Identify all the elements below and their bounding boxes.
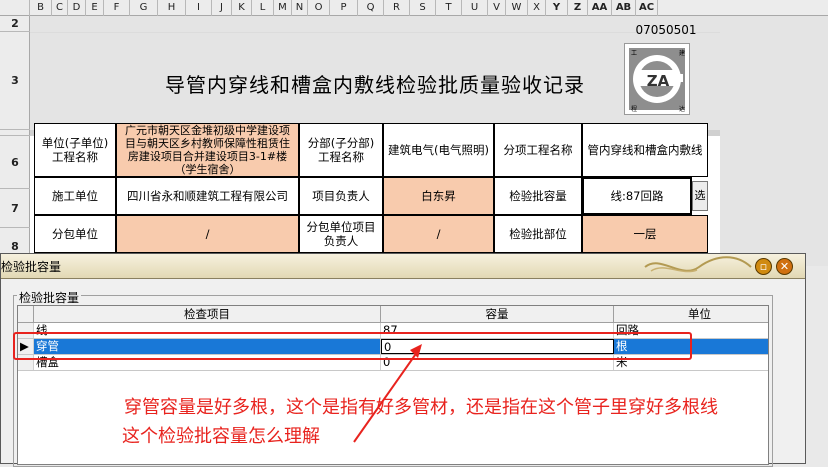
column-header-o[interactable]: O xyxy=(308,0,330,16)
annotation-line-2: 这个检验批容量怎么理解 xyxy=(122,426,320,447)
subitem-label-cell[interactable]: 分项工程名称 xyxy=(494,123,582,177)
annotation-line-1: 穿管容量是好多根，这个是指有好多管材，还是指在这个管子里穿好多根线 xyxy=(124,397,718,418)
column-header-n[interactable]: N xyxy=(292,0,308,16)
column-header-p[interactable]: P xyxy=(330,0,358,16)
sub-label-cell[interactable]: 分包单位 xyxy=(34,215,116,253)
subdivision-label-cell[interactable]: 分部(子分部)工程名称 xyxy=(299,123,383,177)
row-header-3[interactable]: 3 xyxy=(0,32,30,130)
contractor-label-cell[interactable]: 施工单位 xyxy=(34,177,116,215)
column-header-u[interactable]: U xyxy=(462,0,488,16)
dialog-titlebar[interactable]: 检验批容量 ▫ ✕ xyxy=(1,254,805,279)
logo-corner-br: 达 xyxy=(679,106,686,113)
group-label: 检验批容量 xyxy=(17,289,82,306)
column-header-r[interactable]: R xyxy=(384,0,410,16)
minimize-icon: ▫ xyxy=(759,260,768,273)
column-header-z[interactable]: Z xyxy=(568,0,588,16)
select-button[interactable]: 选 xyxy=(692,181,708,211)
column-header-ab[interactable]: AB xyxy=(612,0,636,16)
column-header-f[interactable]: F xyxy=(104,0,130,16)
column-header-c[interactable]: C xyxy=(52,0,68,16)
column-header-k[interactable]: K xyxy=(232,0,252,16)
grid-corner xyxy=(18,306,34,323)
column-header-aa[interactable]: AA xyxy=(588,0,612,16)
column-header-e[interactable]: E xyxy=(86,0,104,16)
grid-header-capacity[interactable]: 容量 xyxy=(381,306,614,323)
grid-header-item[interactable]: 检查项目 xyxy=(34,306,381,323)
row-header-6[interactable]: 6 xyxy=(0,136,30,189)
capacity-value-cell[interactable]: 线:87回路 xyxy=(582,177,692,215)
page-title: 导管内穿线和槽盒内敷线检验批质量验收记录 xyxy=(165,73,585,97)
sub-value-cell[interactable]: / xyxy=(116,215,299,253)
column-header-v[interactable]: V xyxy=(488,0,506,16)
column-header-s[interactable]: S xyxy=(410,0,436,16)
pm-value-cell[interactable]: 白东昇 xyxy=(383,177,494,215)
annotation-text: 穿管容量是好多根，这个是指有好多管材，还是指在这个管子里穿好多根线 这个检验批容… xyxy=(122,393,718,451)
part-label-cell[interactable]: 检验批部位 xyxy=(494,215,582,253)
close-button[interactable]: ✕ xyxy=(776,258,793,275)
sub-pm-value-cell[interactable]: / xyxy=(383,215,494,253)
minimize-button[interactable]: ▫ xyxy=(755,258,772,275)
column-header-ac[interactable]: AC xyxy=(636,0,658,16)
subitem-value-cell[interactable]: 管内穿线和槽盒内敷线 xyxy=(582,123,708,177)
column-header-t[interactable]: T xyxy=(436,0,462,16)
column-header-d[interactable]: D xyxy=(68,0,86,16)
logo-corner-tl: 工 xyxy=(631,50,638,57)
column-header-y[interactable]: Y xyxy=(546,0,568,16)
unit-value-cell[interactable]: 广元市朝天区金堆初级中学建设项目与朝天区乡村教师保障性租赁住房建设项目合并建设项… xyxy=(116,123,299,177)
column-header-x[interactable]: X xyxy=(528,0,546,16)
spreadsheet-area[interactable]: 07050501 ZA 工 建 程 达 导管内穿线和槽盒内敷线检验批质量验收记录… xyxy=(30,16,720,266)
column-header-m[interactable]: M xyxy=(274,0,292,16)
column-header-bar: B C D E F G H I J K L M N O P Q R S T U V W X Y Z AA AB AC xyxy=(0,0,828,16)
row-header-2[interactable]: 2 xyxy=(0,16,30,32)
dialog-title: 检验批容量 xyxy=(1,260,62,274)
column-header-g[interactable]: G xyxy=(130,0,158,16)
sub-pm-label-cell[interactable]: 分包单位项目负责人 xyxy=(299,215,383,253)
column-header-w[interactable]: W xyxy=(506,0,528,16)
close-icon: ✕ xyxy=(779,260,790,273)
contractor-value-cell[interactable]: 四川省永和顺建筑工程有限公司 xyxy=(116,177,299,215)
sheet-corner[interactable] xyxy=(0,0,30,16)
subdivision-value-cell[interactable]: 建筑电气(电气照明) xyxy=(383,123,494,177)
logo-letters: ZA xyxy=(646,72,670,90)
logo-corner-bl: 程 xyxy=(631,106,638,113)
capacity-label-cell[interactable]: 检验批容量 xyxy=(494,177,582,215)
unit-label-cell[interactable]: 单位(子单位)工程名称 xyxy=(34,123,116,177)
row-header-7[interactable]: 7 xyxy=(0,189,30,228)
pm-label-cell[interactable]: 项目负责人 xyxy=(299,177,383,215)
sheet-right-blank xyxy=(720,16,828,266)
logo-corner-tr: 建 xyxy=(679,50,686,57)
column-header-i[interactable]: I xyxy=(186,0,212,16)
column-header-l[interactable]: L xyxy=(252,0,274,16)
grid-header-unit[interactable]: 单位 xyxy=(614,306,768,323)
titlebar-ornament-icon xyxy=(644,256,752,273)
column-header-b[interactable]: B xyxy=(30,0,52,16)
column-header-h[interactable]: H xyxy=(158,0,186,16)
record-code: 07050501 xyxy=(635,23,697,37)
column-header-j[interactable]: J xyxy=(212,0,232,16)
logo: ZA 工 建 程 达 xyxy=(624,43,690,115)
row-header-bar: 2 3 6 7 8 xyxy=(0,16,30,266)
column-header-q[interactable]: Q xyxy=(358,0,384,16)
part-value-cell[interactable]: 一层 xyxy=(582,215,708,253)
